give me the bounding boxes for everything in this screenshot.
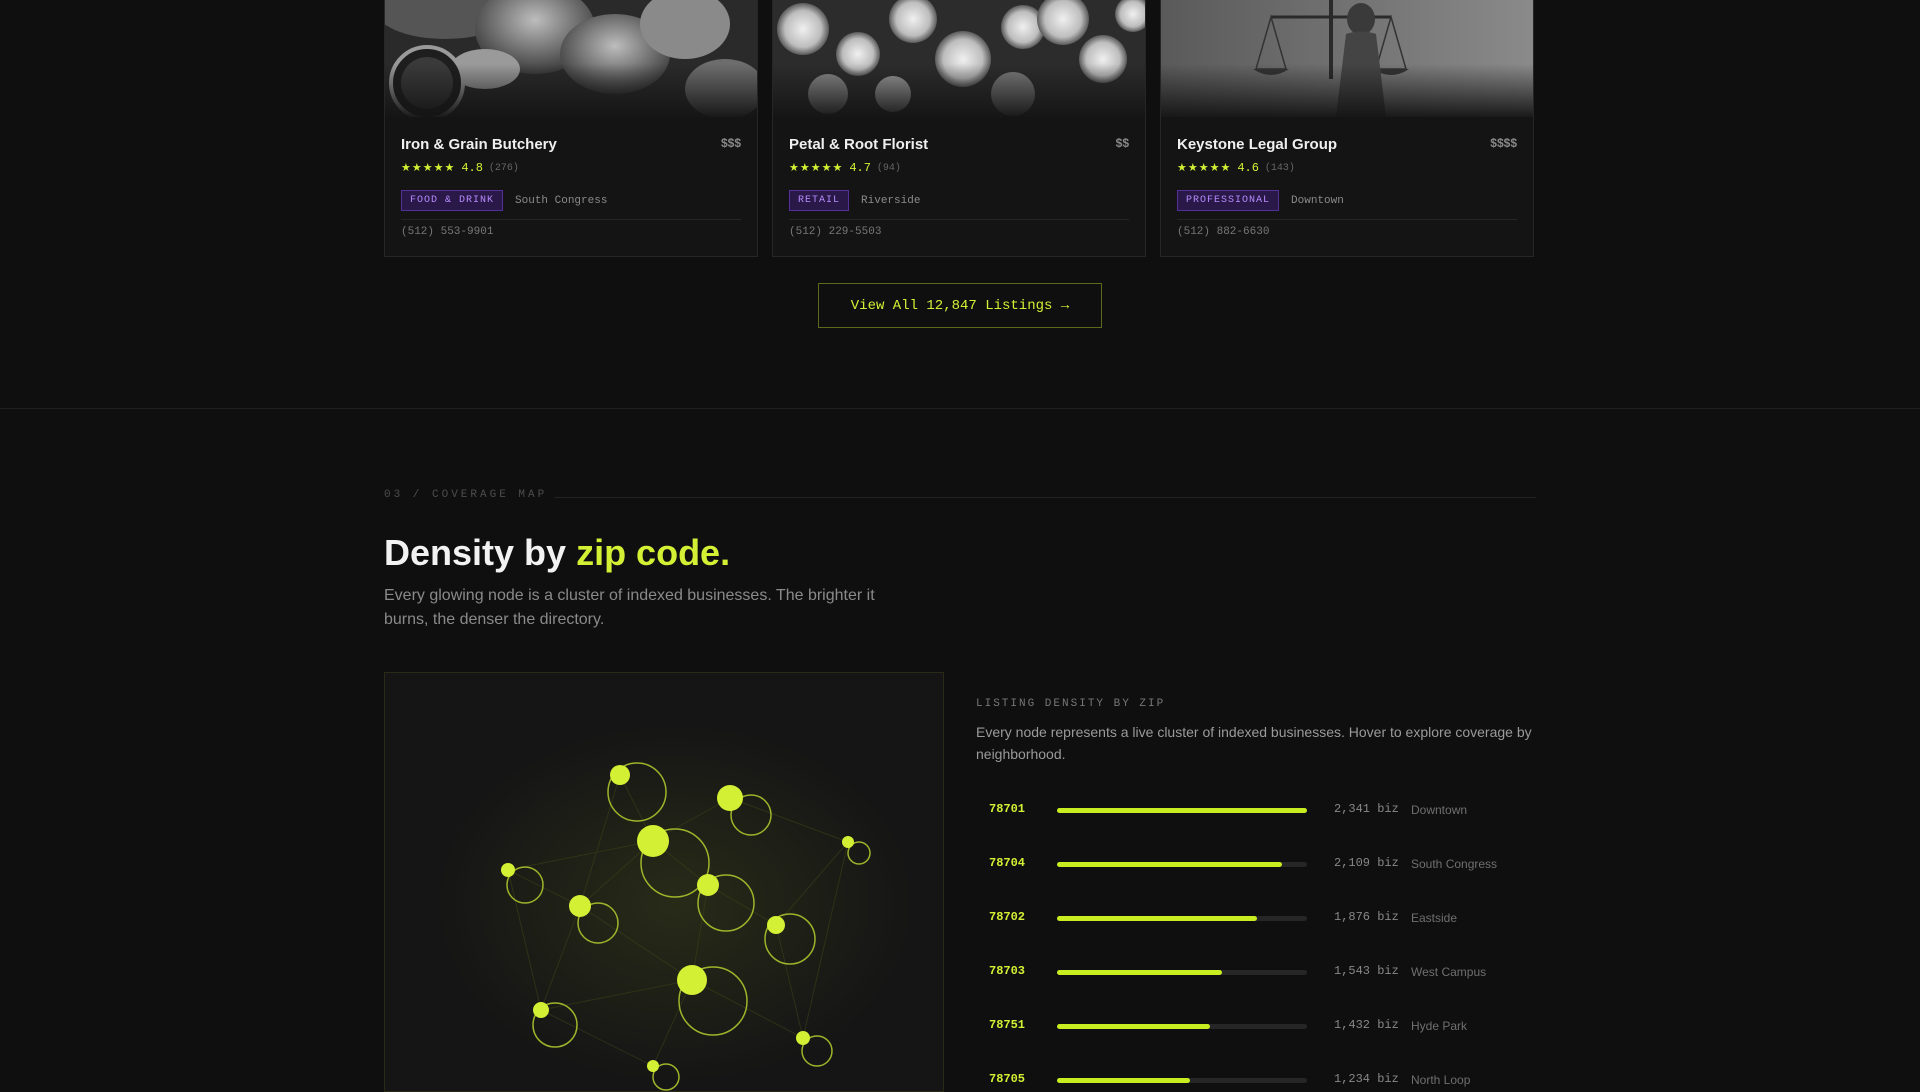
listing-name[interactable]: Iron & Grain Butchery bbox=[401, 136, 557, 153]
zip-code: 78701 bbox=[989, 802, 1026, 816]
view-all-listings-button[interactable]: View All 12,847 Listings → bbox=[818, 283, 1102, 328]
business-count: 2,341 biz bbox=[1334, 802, 1399, 816]
zip-code: 78703 bbox=[989, 964, 1026, 978]
listing-card[interactable]: Iron & Grain Butchery $$$ ★★★★★ 4.8 (276… bbox=[384, 0, 758, 257]
rating-value: 4.8 bbox=[461, 161, 483, 175]
density-bar-track bbox=[1057, 808, 1307, 813]
neighborhood-label: Downtown bbox=[1291, 194, 1344, 207]
listing-photo-butchery bbox=[385, 0, 757, 117]
review-count: (276) bbox=[488, 162, 519, 174]
density-bar-fill bbox=[1057, 808, 1307, 813]
tag-row: FOOD & DRINK South Congress bbox=[401, 190, 607, 211]
density-bar-fill bbox=[1057, 970, 1222, 975]
zip-row[interactable]: 78703 1,543 biz West Campus bbox=[989, 964, 1549, 984]
star-icons: ★★★★★ bbox=[401, 163, 456, 175]
density-bar-track bbox=[1057, 1024, 1307, 1029]
density-bar-track bbox=[1057, 916, 1307, 921]
density-bar-fill bbox=[1057, 1024, 1210, 1029]
density-bar-track bbox=[1057, 970, 1307, 975]
business-count: 1,234 biz bbox=[1334, 1072, 1399, 1086]
density-list-title: LISTING DENSITY BY ZIP bbox=[976, 698, 1166, 710]
neighborhood-name: Downtown bbox=[1411, 803, 1468, 817]
zip-row[interactable]: 78702 1,876 biz Eastside bbox=[989, 910, 1549, 930]
zip-code: 78751 bbox=[989, 1018, 1026, 1032]
business-count: 1,543 biz bbox=[1334, 964, 1399, 978]
density-bar-track bbox=[1057, 1078, 1307, 1083]
rating-row: ★★★★★ 4.6 (143) bbox=[1177, 161, 1295, 175]
review-count: (94) bbox=[876, 162, 901, 174]
rating-value: 4.6 bbox=[1237, 161, 1259, 175]
listing-photo-legal bbox=[1161, 0, 1533, 117]
listing-name[interactable]: Petal & Root Florist bbox=[789, 136, 928, 153]
density-bar-track bbox=[1057, 862, 1307, 867]
rating-row: ★★★★★ 4.7 (94) bbox=[789, 161, 901, 175]
zip-code: 78704 bbox=[989, 856, 1026, 870]
neighborhood-name: South Congress bbox=[1411, 857, 1498, 871]
card-divider bbox=[1177, 219, 1517, 220]
tag-row: PROFESSIONAL Downtown bbox=[1177, 190, 1344, 211]
network-graph bbox=[435, 723, 915, 1091]
business-count: 1,432 biz bbox=[1334, 1018, 1399, 1032]
neighborhood-label: Riverside bbox=[861, 194, 921, 207]
listing-photo-florist bbox=[773, 0, 1145, 117]
neighborhood-name: West Campus bbox=[1411, 965, 1487, 979]
section-eyebrow: 03 / COVERAGE MAP bbox=[384, 489, 548, 501]
phone-number[interactable]: (512) 229-5503 bbox=[789, 226, 881, 238]
star-icons: ★★★★★ bbox=[1177, 163, 1232, 175]
review-count: (143) bbox=[1264, 162, 1295, 174]
rating-value: 4.7 bbox=[849, 161, 871, 175]
zip-code: 78705 bbox=[989, 1072, 1026, 1086]
section-headline: Density by zip code. bbox=[384, 532, 730, 574]
section-divider bbox=[0, 408, 1920, 409]
zip-code: 78702 bbox=[989, 910, 1026, 924]
price-tier: $$ bbox=[1115, 136, 1129, 150]
business-count: 2,109 biz bbox=[1334, 856, 1399, 870]
zip-row[interactable]: 78751 1,432 biz Hyde Park bbox=[989, 1018, 1549, 1038]
headline-lead: Density by bbox=[384, 532, 577, 573]
section-lede: Every glowing node is a cluster of index… bbox=[384, 587, 875, 628]
category-tag[interactable]: RETAIL bbox=[789, 190, 850, 211]
rating-row: ★★★★★ 4.8 (276) bbox=[401, 161, 519, 175]
tag-row: RETAIL Riverside bbox=[789, 190, 920, 211]
zip-row[interactable]: 78705 1,234 biz North Loop bbox=[989, 1072, 1549, 1092]
coverage-map[interactable] bbox=[384, 672, 944, 1092]
density-list-description: Every node represents a live cluster of … bbox=[976, 724, 1532, 762]
listing-grid: Iron & Grain Butchery $$$ ★★★★★ 4.8 (276… bbox=[384, 0, 1536, 258]
density-bar-fill bbox=[1057, 862, 1282, 867]
price-tier: $$$$ bbox=[1490, 136, 1517, 150]
density-bar-fill bbox=[1057, 1078, 1190, 1083]
zip-row[interactable]: 78704 2,109 biz South Congress bbox=[989, 856, 1549, 876]
listing-card[interactable]: Keystone Legal Group $$$$ ★★★★★ 4.6 (143… bbox=[1160, 0, 1534, 257]
headline-accent: zip code. bbox=[576, 532, 731, 573]
phone-number[interactable]: (512) 882-6630 bbox=[1177, 226, 1269, 238]
neighborhood-label: South Congress bbox=[515, 194, 608, 207]
category-tag[interactable]: PROFESSIONAL bbox=[1177, 190, 1280, 211]
zip-row[interactable]: 78701 2,341 biz Downtown bbox=[989, 802, 1549, 822]
listing-name[interactable]: Keystone Legal Group bbox=[1177, 136, 1337, 153]
eyebrow-rule bbox=[554, 497, 1536, 498]
star-icons: ★★★★★ bbox=[789, 163, 844, 175]
neighborhood-name: North Loop bbox=[1411, 1073, 1471, 1087]
card-divider bbox=[789, 219, 1129, 220]
card-divider bbox=[401, 219, 741, 220]
listing-card[interactable]: Petal & Root Florist $$ ★★★★★ 4.7 (94) R… bbox=[772, 0, 1146, 257]
price-tier: $$$ bbox=[720, 136, 741, 150]
phone-number[interactable]: (512) 553-9901 bbox=[401, 226, 493, 238]
business-count: 1,876 biz bbox=[1334, 910, 1399, 924]
neighborhood-name: Eastside bbox=[1411, 911, 1458, 925]
density-bar-fill bbox=[1057, 916, 1257, 921]
neighborhood-name: Hyde Park bbox=[1411, 1019, 1468, 1033]
category-tag[interactable]: FOOD & DRINK bbox=[401, 190, 504, 211]
